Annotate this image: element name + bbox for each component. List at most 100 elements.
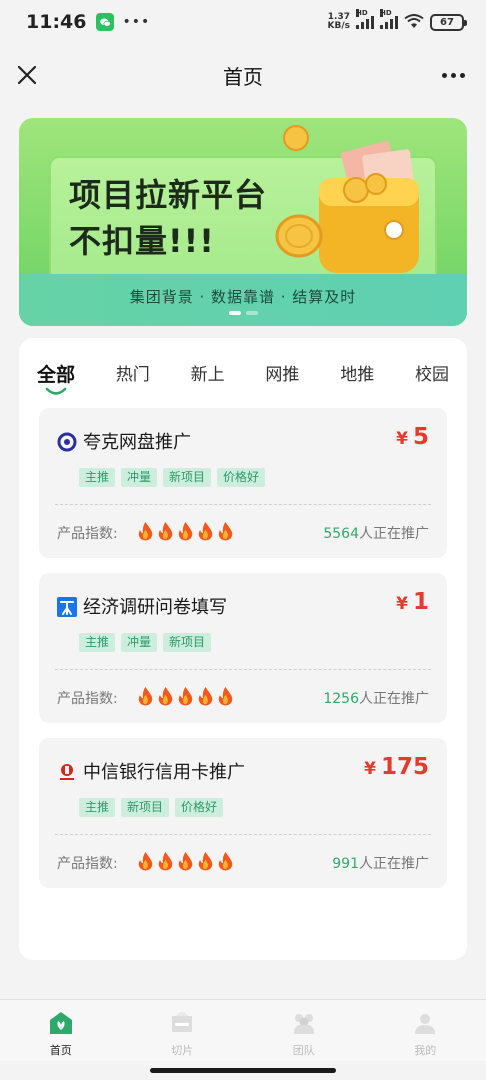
tab-new[interactable]: 新上 [191,360,225,393]
bottom-tab-bar: 首页 切片 团队 我的 [0,999,486,1061]
card-divider [55,669,431,670]
promoter-suffix: 人正在推广 [359,526,429,542]
more-options-icon[interactable] [436,60,470,90]
project-price: ¥ 1 [396,589,429,615]
category-tabs: 全部 热门 新上 网推 地推 校园 [37,360,449,395]
survey-app-icon [57,597,77,617]
battery-level: 67 [440,16,454,28]
wallet-coins-illustration [275,125,419,273]
project-tag: 冲量 [121,633,158,652]
tab-label: 校园 [415,365,449,385]
project-title: 中信银行信用卡推广 [83,762,245,783]
tab-offline[interactable]: 地推 [340,360,374,393]
flame-icon [157,686,174,706]
tabbar-label: 团队 [292,1044,315,1057]
wechat-notification-icon [96,13,115,31]
card-divider [55,504,431,505]
status-bar: 11:46 ••• 1.37 KB/s HD HD 67 [0,0,486,44]
project-list-panel: 全部 热门 新上 网推 地推 校园 夸克网盘推广 ¥ 5 主推 冲量 新项目 价… [19,338,467,960]
tabbar-item-profile[interactable]: 我的 [365,1000,486,1061]
nav-bar: 首页 [0,44,486,106]
project-card[interactable]: 夸克网盘推广 ¥ 5 主推 冲量 新项目 价格好 产品指数: 5564人正在推广 [39,408,447,558]
price-currency: ¥ [396,429,408,449]
tabbar-label: 切片 [171,1044,194,1057]
flame-icon [157,851,174,871]
active-tab-indicator [45,387,67,395]
project-tag: 新项目 [121,798,170,817]
project-title: 经济调研问卷填写 [83,597,227,618]
profile-icon [415,1014,436,1034]
project-tag: 主推 [79,633,116,652]
flame-icon [177,521,194,541]
product-index-rating [137,851,234,871]
flame-icon [137,521,154,541]
tab-all[interactable]: 全部 [37,360,75,395]
project-tag: 主推 [79,468,116,487]
promoter-suffix: 人正在推广 [359,856,429,872]
signal-strength-icon: HD [380,9,398,29]
banner-headline-line1: 项目拉新平台 [69,176,268,214]
promoter-count: 991人正在推广 [332,853,429,873]
project-card[interactable]: 中信银行信用卡推广 ¥ 175 主推 新项目 价格好 产品指数: 991人正在推… [39,738,447,888]
tab-hot[interactable]: 热门 [116,360,150,393]
tab-label: 地推 [340,365,375,385]
flame-icon [177,851,194,871]
flame-icon [217,686,234,706]
tab-label: 网推 [265,365,300,385]
flame-icon [197,851,214,871]
project-tag: 冲量 [121,468,158,487]
price-amount: 1 [412,589,429,615]
price-amount: 5 [412,424,429,450]
tabbar-label: 首页 [49,1044,72,1057]
tab-label: 全部 [37,364,76,386]
banner-pagination [19,311,467,315]
flame-icon [177,686,194,706]
product-index-rating [137,521,234,541]
price-currency: ¥ [364,759,376,779]
flame-icon [157,521,174,541]
tabbar-item-team[interactable]: 团队 [243,1000,365,1061]
promoter-count: 5564人正在推广 [323,523,429,543]
battery-icon: 67 [430,13,467,31]
tabbar-item-slice[interactable]: 切片 [122,1000,244,1061]
product-index-label: 产品指数: [57,856,118,872]
product-index-rating [137,686,234,706]
banner-dot-active [228,311,241,315]
promoter-number: 991 [332,856,359,872]
flame-icon [217,521,234,541]
flame-icon [197,686,214,706]
status-more-icon: ••• [122,14,151,30]
promoter-suffix: 人正在推广 [359,691,429,707]
tab-campus[interactable]: 校园 [415,360,449,393]
product-index-label: 产品指数: [57,526,118,542]
close-icon[interactable] [14,62,40,88]
project-tag: 新项目 [163,468,212,487]
price-currency: ¥ [396,594,408,614]
project-title: 夸克网盘推广 [83,432,191,453]
flame-icon [197,521,214,541]
flame-icon [137,851,154,871]
promo-banner[interactable]: 项目拉新平台 不扣量!!! 集团背景 · 数据靠谱 · 结算及时 [19,118,467,326]
network-speed-unit: KB/s [327,21,350,31]
tab-online[interactable]: 网推 [265,360,299,393]
signal-hd-label: HD [380,9,392,17]
signal-hd-label: HD [356,9,368,17]
product-index-label: 产品指数: [57,691,118,707]
project-tag: 主推 [79,798,116,817]
project-tag: 价格好 [217,468,266,487]
promoter-number: 1256 [323,691,359,707]
status-time: 11:46 [26,11,87,33]
project-tag: 价格好 [175,798,224,817]
project-card[interactable]: 经济调研问卷填写 ¥ 1 主推 冲量 新项目 产品指数: 1256人正在推广 [39,573,447,723]
team-icon [293,1014,314,1034]
page-title: 首页 [223,64,263,89]
slice-icon [172,1012,193,1032]
project-price: ¥ 5 [396,424,429,450]
flame-icon [137,686,154,706]
quark-logo-icon [57,432,77,452]
home-indicator [150,1068,336,1073]
network-speed: 1.37 KB/s [328,13,350,31]
tabbar-item-home[interactable]: 首页 [0,1000,122,1061]
home-icon [49,1012,72,1034]
signal-strength-icon: HD [356,9,374,29]
